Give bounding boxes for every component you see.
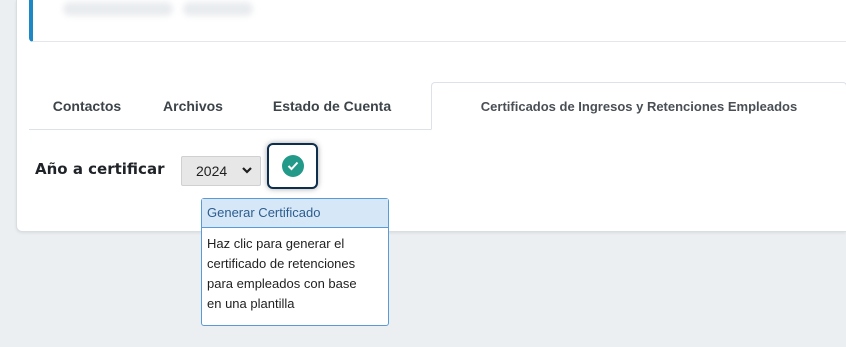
tooltip-line: en una plantilla <box>207 296 295 311</box>
top-panel <box>29 0 846 42</box>
year-select-value: 2024 <box>196 163 228 179</box>
page: Contactos Archivos Estado de Cuenta Cert… <box>0 0 846 347</box>
tab-bar: Contactos Archivos Estado de Cuenta Cert… <box>29 82 846 130</box>
tooltip-line: certificado de retenciones <box>207 256 356 271</box>
year-label: Año a certificar <box>35 160 165 178</box>
chevron-down-icon <box>242 163 252 180</box>
tab-contactos[interactable]: Contactos <box>35 82 139 130</box>
tooltip-line: Haz clic para generar el <box>207 236 345 251</box>
tooltip-title: Generar Certificado <box>202 199 388 228</box>
tooltip-line: para empleados con base <box>207 276 357 291</box>
tooltip-body: Haz clic para generar el certificado de … <box>202 228 388 314</box>
generate-certificate-button[interactable] <box>267 143 318 189</box>
tab-certificados[interactable]: Certificados de Ingresos y Retenciones E… <box>431 82 846 130</box>
year-select[interactable]: 2024 <box>181 156 261 186</box>
content-card: Contactos Archivos Estado de Cuenta Cert… <box>16 0 846 326</box>
tooltip: Generar Certificado Haz clic para genera… <box>201 198 389 326</box>
blurred-text <box>183 2 253 16</box>
blurred-text <box>63 2 173 16</box>
tab-estado-de-cuenta[interactable]: Estado de Cuenta <box>247 82 417 130</box>
tab-archivos[interactable]: Archivos <box>149 82 237 130</box>
check-circle-icon <box>281 155 304 177</box>
